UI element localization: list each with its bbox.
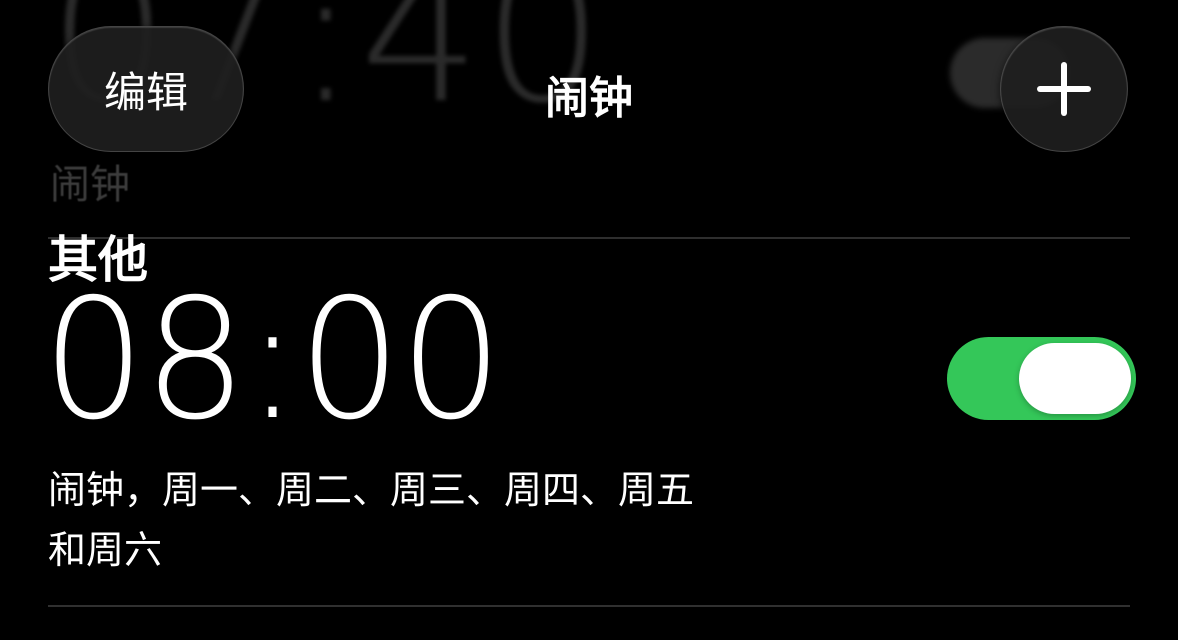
section-divider [48,237,1130,239]
toggle-knob [1019,343,1131,414]
alarm-toggle[interactable] [947,337,1136,420]
row-divider [48,605,1130,607]
plus-icon [1037,62,1091,116]
alarm-screen: 07:40 闹钟 编辑 闹钟 其他 08:00 闹钟，周一、周二、周三、周四、周… [0,0,1178,640]
alarm-time: 08:00 [42,264,503,457]
alarm-label-line-2: 和周六 [48,528,163,572]
alarm-label-line-1: 闹钟，周一、周二、周三、周四、周五 [48,468,695,512]
add-alarm-button[interactable] [1000,26,1128,152]
scrolled-alarm-label: 闹钟 [50,162,130,208]
alarm-label: 闹钟，周一、周二、周三、周四、周五 和周六 [48,460,848,580]
